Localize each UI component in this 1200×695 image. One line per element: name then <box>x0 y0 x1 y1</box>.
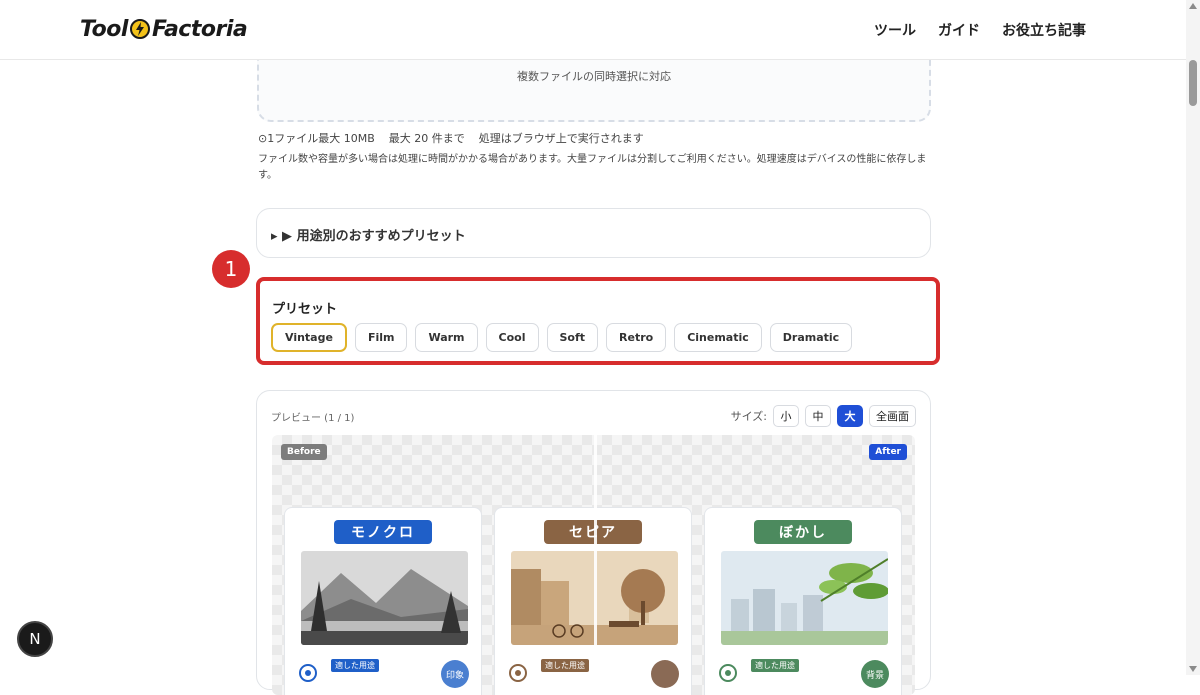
target-icon <box>717 662 739 684</box>
page-scrollbar[interactable] <box>1186 0 1200 675</box>
sample-card-blur: ぼかし 適した用途 背景 <box>704 507 902 695</box>
sample-card-sepia: セピア 適した用途 <box>494 507 692 695</box>
scroll-thumb[interactable] <box>1189 60 1197 106</box>
card-title: ぼかし <box>754 520 852 544</box>
card-title: セピア <box>544 520 642 544</box>
nav-item-tools[interactable]: ツール <box>874 20 916 40</box>
limit-file-count: 最大 20 件まで <box>388 132 465 145</box>
use-case-circle: 印象 <box>441 660 469 688</box>
preview-counter: プレビュー (1 / 1) <box>271 413 355 424</box>
use-case-tag: 適した用途 <box>541 659 589 672</box>
size-fullscreen-button[interactable]: 全画面 <box>869 405 916 427</box>
main-nav: ツール ガイド お役立ち記事 <box>874 20 1086 40</box>
scroll-up-icon[interactable] <box>1189 3 1197 9</box>
limit-file-size: ⊙1ファイル最大 10MB <box>258 132 375 145</box>
size-medium-button[interactable]: 中 <box>805 405 831 427</box>
size-label: サイズ: <box>730 410 767 423</box>
preset-cool-button[interactable]: Cool <box>485 323 539 352</box>
preset-warm-button[interactable]: Warm <box>415 323 478 352</box>
limit-browser-processing: 処理はブラウザ上で実行されます <box>478 132 644 145</box>
before-after-stage[interactable]: Before After モノクロ 適した用途 印象 セピア 適した用途 ぼかし… <box>272 435 915 695</box>
use-case-tag: 適した用途 <box>331 659 379 672</box>
monochrome-landscape-image <box>301 551 468 645</box>
preset-soft-button[interactable]: Soft <box>546 323 599 352</box>
target-icon <box>297 662 319 684</box>
sample-card-monochrome: モノクロ 適した用途 印象 <box>284 507 482 695</box>
after-label: After <box>869 444 907 460</box>
accordion-label: ▸ ▶ 用途別のおすすめプリセット <box>271 229 466 244</box>
before-label: Before <box>281 444 327 460</box>
upload-limits: ⊙1ファイル最大 10MB 最大 20 件まで 処理はブラウザ上で実行されます <box>258 130 644 146</box>
preset-title: プリセット <box>272 302 338 317</box>
site-header: Tool Factoria ツール ガイド お役立ち記事 <box>0 0 1186 60</box>
preset-film-button[interactable]: Film <box>354 323 408 352</box>
nextjs-dev-indicator[interactable]: N <box>17 621 53 657</box>
recommended-presets-accordion[interactable]: ▸ ▶ 用途別のおすすめプリセット <box>256 208 931 258</box>
preset-retro-button[interactable]: Retro <box>606 323 667 352</box>
preview-panel: プレビュー (1 / 1) サイズ: 小 中 大 全画面 Before Afte… <box>256 390 931 695</box>
preset-dramatic-button[interactable]: Dramatic <box>769 323 853 352</box>
scroll-down-icon[interactable] <box>1189 666 1197 672</box>
size-large-button[interactable]: 大 <box>837 405 863 427</box>
size-small-button[interactable]: 小 <box>773 405 799 427</box>
logo[interactable]: Tool Factoria <box>80 14 248 44</box>
before-after-divider[interactable] <box>594 435 597 695</box>
gear-bolt-icon <box>129 18 151 40</box>
preset-cinematic-button[interactable]: Cinematic <box>674 323 762 352</box>
dropzone-hint: 複数ファイルの同時選択に対応 <box>517 70 671 83</box>
annotation-badge: 1 <box>212 250 250 288</box>
use-case-circle <box>651 660 679 688</box>
upload-note: ファイル数や容量が多い場合は処理に時間がかかる場合があります。大量ファイルは分割… <box>258 154 927 181</box>
use-case-circle: 背景 <box>861 660 889 688</box>
logo-text-factoria: Factoria <box>151 16 248 42</box>
preset-vintage-button[interactable]: Vintage <box>271 323 347 352</box>
nav-item-guide[interactable]: ガイド <box>938 20 980 40</box>
size-selector: サイズ: 小 中 大 全画面 <box>731 405 916 427</box>
card-title: モノクロ <box>334 520 432 544</box>
use-case-tag: 適した用途 <box>751 659 799 672</box>
logo-text-tool: Tool <box>80 16 128 42</box>
blurred-city-image <box>721 551 888 645</box>
target-icon <box>507 662 529 684</box>
preset-list: Vintage Film Warm Cool Soft Retro Cinema… <box>271 323 853 352</box>
nav-item-articles[interactable]: お役立ち記事 <box>1002 20 1086 40</box>
